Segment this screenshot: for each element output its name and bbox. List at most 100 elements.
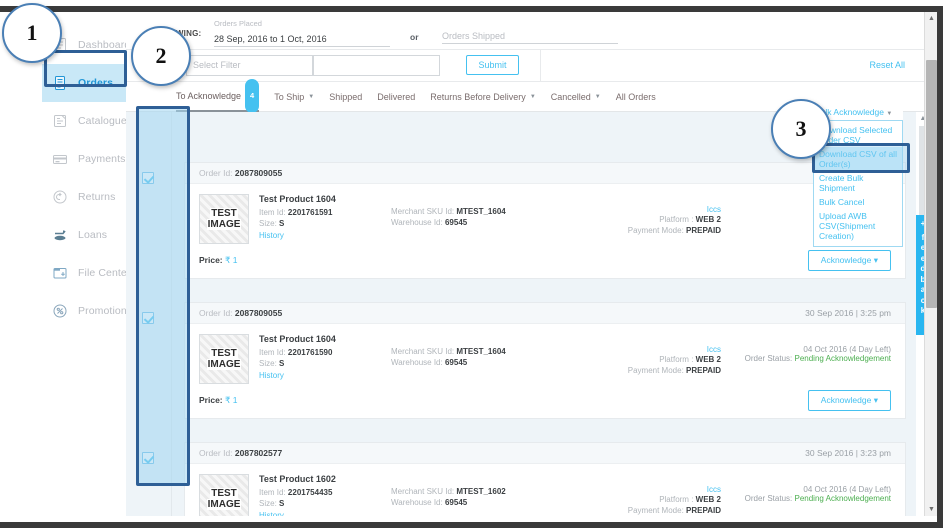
platform-row: Platform : WEB 2 bbox=[576, 494, 721, 505]
product-name: Test Product 1602 bbox=[259, 474, 336, 484]
catalogue-icon bbox=[52, 113, 68, 129]
reset-all-link[interactable]: Reset All bbox=[869, 60, 905, 70]
menu-item-bulk-cancel[interactable]: Bulk Cancel bbox=[814, 195, 902, 209]
submit-button[interactable]: Submit bbox=[466, 55, 519, 75]
sidebar-item-promotions[interactable]: Promotions bbox=[42, 292, 132, 330]
status-info: 04 Oct 2016 (4 Day Left) Order Status: P… bbox=[721, 474, 891, 516]
order-id-label: Order Id: bbox=[199, 308, 233, 318]
order-card-header: Order Id: 2087809055 30 Sep 2016 | 3:25 … bbox=[185, 303, 905, 324]
size-label: Size: bbox=[259, 499, 277, 508]
channel-name[interactable]: Iccs bbox=[576, 205, 721, 214]
annotation-marker-1: 1 bbox=[2, 3, 62, 63]
order-id-value: 2087809055 bbox=[234, 308, 283, 318]
orders-shipped-placeholder[interactable]: Orders Shipped bbox=[442, 31, 618, 44]
or-label: or bbox=[410, 32, 419, 42]
chevron-down-icon: ▼ bbox=[886, 111, 893, 117]
order-card-body: TEST IMAGE Test Product 1602 Item Id: 22… bbox=[185, 464, 905, 516]
due-date: 04 Oct 2016 (4 Day Left) bbox=[803, 485, 891, 494]
tab-label: Cancelled bbox=[550, 92, 591, 102]
chevron-down-icon: ▾ bbox=[873, 395, 878, 405]
payment-row: Payment Mode: PREPAID bbox=[576, 505, 721, 516]
warehouse-label: Warehouse Id: bbox=[391, 358, 443, 367]
acknowledge-button[interactable]: Acknowledge ▾ bbox=[807, 250, 891, 271]
merchant-sku-label: Merchant SKU Id: bbox=[391, 347, 455, 356]
tab-shipped[interactable]: Shipped bbox=[329, 92, 362, 102]
tab-delivered[interactable]: Delivered bbox=[377, 92, 415, 102]
order-id-label: Order Id: bbox=[199, 448, 233, 458]
platform-row: Platform : WEB 2 bbox=[576, 214, 721, 225]
tab-label: Delivered bbox=[377, 92, 416, 102]
history-link[interactable]: History bbox=[259, 511, 391, 516]
order-card[interactable]: Order Id: 2087802577 30 Sep 2016 | 3:23 … bbox=[184, 442, 906, 516]
menu-item-upload-awb-csv[interactable]: Upload AWB CSV(Shipment Creation) bbox=[814, 209, 902, 243]
item-id-value: 2201761591 bbox=[287, 208, 333, 217]
orders-placed-value[interactable]: 28 Sep, 2016 to 1 Oct, 2016 bbox=[214, 34, 390, 47]
thumb-line-1: TEST bbox=[210, 208, 238, 219]
sidebar-item-label: File Center bbox=[78, 267, 131, 279]
menu-item-create-bulk-shipment[interactable]: Create Bulk Shipment bbox=[814, 171, 902, 195]
sidebar-item-returns[interactable]: Returns bbox=[42, 178, 126, 216]
channel-name[interactable]: Iccs bbox=[576, 485, 721, 494]
channel-name[interactable]: Iccs bbox=[576, 345, 721, 354]
merchant-sku-label: Merchant SKU Id: bbox=[391, 487, 455, 496]
merchant-sku-label: Merchant SKU Id: bbox=[391, 207, 455, 216]
item-id-label: Item Id: bbox=[259, 208, 286, 217]
tab-to-ship[interactable]: To Ship ▼ bbox=[274, 92, 314, 102]
returns-icon bbox=[52, 189, 68, 205]
sidebar-item-catalogue[interactable]: Catalogue bbox=[42, 102, 127, 140]
tab-badge-count: 4 bbox=[245, 79, 260, 113]
merchant-sku-row: Merchant SKU Id: MTEST_1602 bbox=[391, 486, 576, 497]
order-card-footer: Price: ₹ 1 Acknowledge ▾ bbox=[185, 244, 905, 279]
tab-label: To Ship bbox=[274, 92, 305, 102]
order-card[interactable]: Order Id: 2087809055 30 Sep 2016 | 3:25 … bbox=[184, 302, 906, 419]
history-link[interactable]: History bbox=[259, 371, 391, 380]
thumb-line-2: IMAGE bbox=[206, 499, 242, 510]
promotions-icon bbox=[52, 303, 68, 319]
sidebar-item-file-center[interactable]: File Center bbox=[42, 254, 130, 292]
order-status-value: Pending Acknowledgement bbox=[794, 354, 891, 363]
tab-returns-before-delivery[interactable]: Returns Before Delivery ▼ bbox=[430, 92, 536, 102]
tab-cancelled[interactable]: Cancelled ▼ bbox=[551, 92, 601, 102]
size-row: Size: S bbox=[259, 358, 391, 369]
payment-label: Payment Mode: bbox=[627, 366, 684, 375]
payment-value: PREPAID bbox=[686, 226, 721, 235]
channel-info: Iccs Platform : WEB 2 Payment Mode: PREP… bbox=[576, 474, 721, 516]
acknowledge-button[interactable]: Acknowledge ▾ bbox=[807, 390, 891, 411]
sidebar-item-label: Payments bbox=[78, 153, 126, 165]
sidebar-item-loans[interactable]: Loans bbox=[42, 216, 126, 254]
scroll-up-icon[interactable]: ▲ bbox=[925, 12, 938, 25]
filter-header: SHOWING: Orders Placed 28 Sep, 2016 to 1… bbox=[126, 12, 930, 50]
product-thumbnail: TEST IMAGE bbox=[199, 334, 249, 384]
sidebar-item-label: Catalogue bbox=[78, 115, 127, 127]
scroll-down-icon[interactable]: ▼ bbox=[925, 503, 938, 516]
sidebar-item-payments[interactable]: Payments bbox=[42, 140, 126, 178]
order-card[interactable]: Order Id: 2087809055 TEST IMAGE Test Pro… bbox=[184, 162, 906, 279]
page-scrollbar[interactable]: ▲ ▼ bbox=[924, 12, 937, 516]
order-status-label: Order Status: bbox=[744, 354, 793, 363]
order-card-footer: Price: ₹ 1 Acknowledge ▾ bbox=[185, 384, 905, 419]
file-center-icon bbox=[52, 265, 68, 281]
size-value: S bbox=[279, 219, 285, 228]
history-link[interactable]: History bbox=[259, 231, 391, 240]
order-placed-time: 30 Sep 2016 | 3:25 pm bbox=[805, 308, 891, 318]
order-placed-time: 30 Sep 2016 | 3:23 pm bbox=[805, 448, 891, 458]
platform-label: Platform : bbox=[659, 495, 694, 504]
warehouse-value: 69545 bbox=[444, 498, 468, 507]
orders-shipped-field[interactable]: Orders Shipped bbox=[442, 26, 618, 44]
platform-row: Platform : WEB 2 bbox=[576, 354, 721, 365]
thumb-line-2: IMAGE bbox=[206, 359, 242, 370]
main-content: SHOWING: Orders Placed 28 Sep, 2016 to 1… bbox=[126, 12, 930, 516]
item-id-row: Item Id: 2201761590 bbox=[259, 347, 391, 358]
order-id-value: 2087802577 bbox=[234, 448, 283, 458]
page-scrollbar-thumb[interactable] bbox=[926, 60, 937, 308]
tab-all-orders[interactable]: All Orders bbox=[616, 92, 656, 102]
product-thumbnail: TEST IMAGE bbox=[199, 194, 249, 244]
select-filter-input[interactable]: Select Filter bbox=[186, 55, 313, 76]
platform-label: Platform : bbox=[659, 355, 694, 364]
orders-placed-field[interactable]: Orders Placed 28 Sep, 2016 to 1 Oct, 201… bbox=[214, 19, 390, 47]
order-card-header: Order Id: 2087802577 30 Sep 2016 | 3:23 … bbox=[185, 443, 905, 464]
filter-value-input[interactable] bbox=[313, 55, 440, 76]
platform-value: WEB 2 bbox=[695, 215, 721, 224]
price-label: Price: bbox=[199, 255, 223, 265]
sidebar-nav: Dashboard Orders Catalogue Payments Retu bbox=[42, 12, 132, 516]
